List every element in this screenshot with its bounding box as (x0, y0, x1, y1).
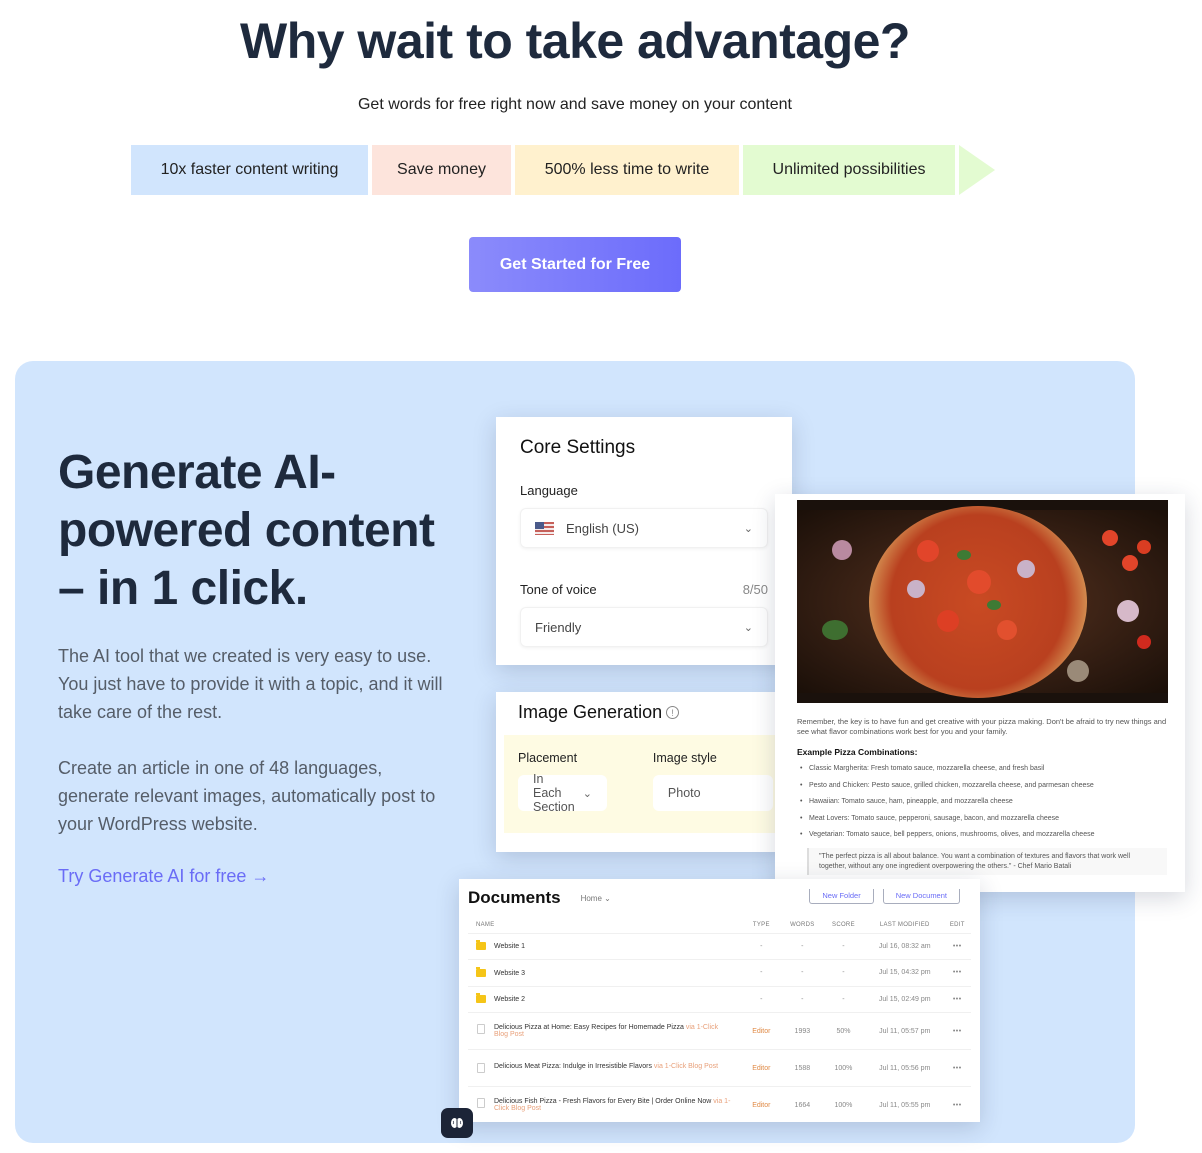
col-name: NAME (468, 917, 739, 934)
benefit-label: Unlimited possibilities (772, 161, 926, 178)
panel-title: Generate AI-powered content – in 1 click… (58, 446, 435, 615)
article-quote: "The perfect pizza is all about balance.… (807, 847, 1167, 875)
language-label: Language (520, 483, 578, 498)
more-options-icon[interactable]: ••• (943, 933, 971, 960)
table-row[interactable]: Website 3 - - - Jul 15, 04:32 pm ••• (468, 959, 971, 987)
hero-title: Why wait to take advantage? (240, 13, 910, 69)
col-words: WORDS (783, 917, 822, 934)
folder-icon (476, 966, 486, 977)
col-edit: EDIT (943, 917, 971, 934)
article-heading: Example Pizza Combinations: (797, 747, 918, 757)
folder-icon (476, 940, 486, 951)
pizza-list: Classic Margherita: Fresh tomato sauce, … (797, 765, 1167, 838)
tone-value: Friendly (535, 619, 582, 635)
benefit-faster: 10x faster content writing (131, 145, 368, 195)
core-settings-title: Core Settings (520, 437, 636, 458)
brain-icon-glyph (451, 1118, 463, 1128)
tone-select[interactable]: Friendly ⌄ (520, 607, 768, 647)
image-settings-area: Placement In Each Section ⌄ Image style … (504, 735, 778, 833)
chevron-down-icon: ⌄ (582, 787, 592, 800)
more-options-icon[interactable]: ••• (943, 1086, 971, 1122)
new-document-button[interactable]: New Document (882, 889, 960, 904)
image-generation-card: Image Generation ! Placement In Each Sec… (496, 692, 786, 852)
tone-char-count: 8/50 (742, 582, 768, 597)
benefit-label: 10x faster content writing (160, 161, 339, 178)
folder-icon (476, 993, 486, 1004)
list-item: Meat Lovers: Tomato sauce, pepperoni, sa… (797, 815, 1167, 822)
pizza-image (797, 500, 1168, 703)
more-options-icon[interactable]: ••• (943, 1012, 971, 1050)
document-icon (477, 1024, 485, 1034)
col-score: SCORE (821, 917, 866, 934)
brain-icon[interactable] (441, 1108, 473, 1138)
benefit-less-time: 500% less time to write (515, 145, 739, 195)
language-select[interactable]: English (US) ⌄ (520, 508, 768, 548)
placement-label: Placement (518, 751, 578, 765)
panel-paragraph-1: The AI tool that we created is very easy… (58, 646, 443, 722)
tone-label-row: Tone of voice 8/50 (520, 582, 768, 597)
list-item: Hawaiian: Tomato sauce, ham, pineapple, … (797, 798, 1167, 805)
more-options-icon[interactable]: ••• (943, 1049, 971, 1087)
panel-paragraph-2: Create an article in one of 48 languages… (58, 758, 436, 834)
chevron-down-icon: ⌄ (743, 621, 753, 634)
try-generate-link[interactable]: Try Generate AI for free → (58, 866, 269, 887)
core-settings-card: Core Settings Language English (US) ⌄ To… (496, 417, 792, 665)
benefit-unlimited: Unlimited possibilities (743, 145, 955, 195)
more-options-icon[interactable]: ••• (943, 986, 971, 1013)
hero-subtitle: Get words for free right now and save mo… (357, 96, 792, 113)
chevron-down-icon: ⌄ (743, 522, 753, 535)
breadcrumb[interactable]: Home ⌄ (581, 894, 611, 903)
article-intro: Remember, the key is to have fun and get… (797, 717, 1167, 736)
us-flag-icon (535, 521, 554, 535)
image-style-value: Photo (667, 786, 701, 800)
col-last-modified: LAST MODIFIED (865, 917, 944, 934)
table-row[interactable]: Delicious Pizza at Home: Easy Recipes fo… (468, 1012, 971, 1050)
image-generation-title: Image Generation (518, 702, 663, 722)
documents-card: Documents Home ⌄ New Folder New Document… (459, 879, 980, 1122)
info-icon[interactable]: ! (666, 706, 680, 719)
get-started-button[interactable]: Get Started for Free (469, 237, 681, 292)
tone-label: Tone of voice (520, 582, 597, 597)
list-item: Classic Margherita: Fresh tomato sauce, … (797, 765, 1167, 772)
language-value: English (US) (566, 520, 639, 536)
placement-select[interactable]: In Each Section ⌄ (518, 772, 607, 814)
article-preview-card: Remember, the key is to have fun and get… (775, 494, 1185, 892)
benefit-label: 500% less time to write (544, 161, 710, 178)
arrow-tip-icon (959, 145, 995, 195)
table-row[interactable]: Delicious Meat Pizza: Indulge in Irresis… (468, 1049, 971, 1087)
document-icon (477, 1098, 485, 1108)
benefit-label: Save money (397, 161, 486, 178)
image-style-select[interactable]: Photo (652, 775, 773, 811)
documents-table: NAME TYPE WORDS SCORE LAST MODIFIED EDIT… (468, 917, 971, 1122)
placement-value: In Each Section (533, 772, 575, 814)
table-row[interactable]: Delicious Fish Pizza - Fresh Flavors for… (468, 1086, 971, 1122)
documents-title: Documents (468, 888, 561, 907)
image-style-label: Image style (652, 751, 717, 765)
new-folder-button[interactable]: New Folder (809, 889, 874, 904)
col-type: TYPE (739, 917, 784, 934)
table-row[interactable]: Website 1 - - - Jul 16, 08:32 am ••• (468, 933, 971, 960)
more-options-icon[interactable]: ••• (943, 959, 971, 987)
benefit-save-money: Save money (372, 145, 511, 195)
benefits-strip: 10x faster content writing Save money 50… (131, 145, 995, 195)
list-item: Pesto and Chicken: Pesto sauce, grilled … (797, 782, 1167, 789)
document-icon (477, 1063, 485, 1073)
list-item: Vegetarian: Tomato sauce, bell peppers, … (797, 831, 1167, 838)
language-label-row: Language (520, 483, 768, 498)
table-row[interactable]: Website 2 - - - Jul 15, 02:49 pm ••• (468, 986, 971, 1013)
